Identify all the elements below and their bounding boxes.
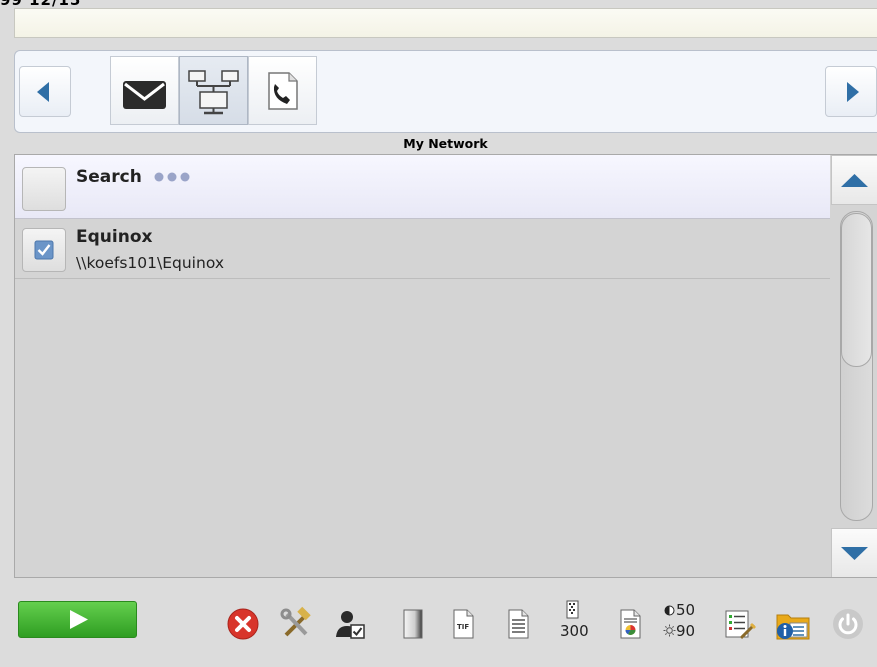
section-title: My Network	[403, 136, 488, 151]
resolution-value: 300	[560, 622, 589, 640]
tif-format-button[interactable]: TIF	[443, 604, 483, 644]
checkmark-icon	[34, 240, 54, 260]
play-icon	[70, 610, 88, 629]
item-name: Equinox	[76, 227, 153, 247]
contrast-value: 50	[676, 601, 696, 619]
page-button[interactable]	[393, 604, 433, 644]
network-icon	[188, 70, 239, 115]
top-fragment-text: 99 12/15	[0, 0, 81, 8]
settings-list-button[interactable]	[719, 604, 759, 644]
tab-email[interactable]	[110, 56, 179, 125]
resolution-button[interactable]: 300	[554, 600, 594, 644]
tools-icon	[280, 606, 311, 637]
user-button[interactable]	[330, 604, 370, 644]
top-text-fragment: 99 12/15	[0, 0, 140, 8]
user-icon	[336, 611, 365, 639]
search-checkbox[interactable]	[22, 167, 66, 211]
color-document-button[interactable]	[610, 604, 650, 644]
document-icon	[508, 609, 529, 639]
next-button[interactable]	[825, 66, 877, 117]
arrow-left-icon	[37, 82, 49, 102]
tab-network[interactable]	[179, 56, 248, 125]
power-icon	[833, 609, 863, 639]
arrow-right-icon	[847, 82, 859, 102]
fax-phone-icon	[268, 72, 298, 110]
previous-button[interactable]	[19, 66, 71, 117]
search-label: Search	[76, 167, 142, 187]
start-button[interactable]	[18, 601, 137, 638]
cancel-button[interactable]	[223, 604, 263, 644]
resolution-icon	[566, 600, 579, 619]
arrow-up-icon	[841, 174, 868, 187]
svg-text:TIF: TIF	[457, 623, 469, 631]
destination-list: Search Equinox \\koefs101\Equinox	[14, 154, 877, 578]
contrast-icon	[664, 605, 675, 616]
brightness-value: 90	[676, 622, 696, 640]
item-checkbox-checked[interactable]	[22, 228, 66, 272]
search-row[interactable]: Search	[15, 155, 830, 219]
tools-button[interactable]	[276, 604, 316, 644]
list-item[interactable]: Equinox \\koefs101\Equinox	[15, 219, 830, 279]
arrow-down-icon	[841, 547, 868, 560]
document-button[interactable]	[498, 604, 538, 644]
envelope-icon	[123, 81, 166, 109]
settings-list-icon	[725, 610, 756, 640]
brightness-icon	[663, 624, 676, 637]
message-bar	[14, 8, 877, 38]
contrast-brightness-button[interactable]: 50 90	[662, 602, 704, 644]
scroll-up-button[interactable]	[831, 155, 877, 205]
scrollbar[interactable]	[831, 155, 877, 577]
info-icon	[776, 614, 810, 640]
color-document-icon	[620, 609, 641, 639]
scroll-thumb[interactable]	[841, 213, 872, 367]
scroll-down-button[interactable]	[831, 528, 877, 577]
more-dots-icon	[154, 172, 190, 182]
tif-icon: TIF	[453, 609, 474, 639]
item-path: \\koefs101\Equinox	[76, 254, 224, 272]
power-button[interactable]	[828, 604, 868, 644]
tab-fax[interactable]	[248, 56, 317, 125]
cancel-icon	[227, 608, 259, 640]
page-icon	[403, 609, 423, 639]
info-button[interactable]	[773, 604, 813, 644]
